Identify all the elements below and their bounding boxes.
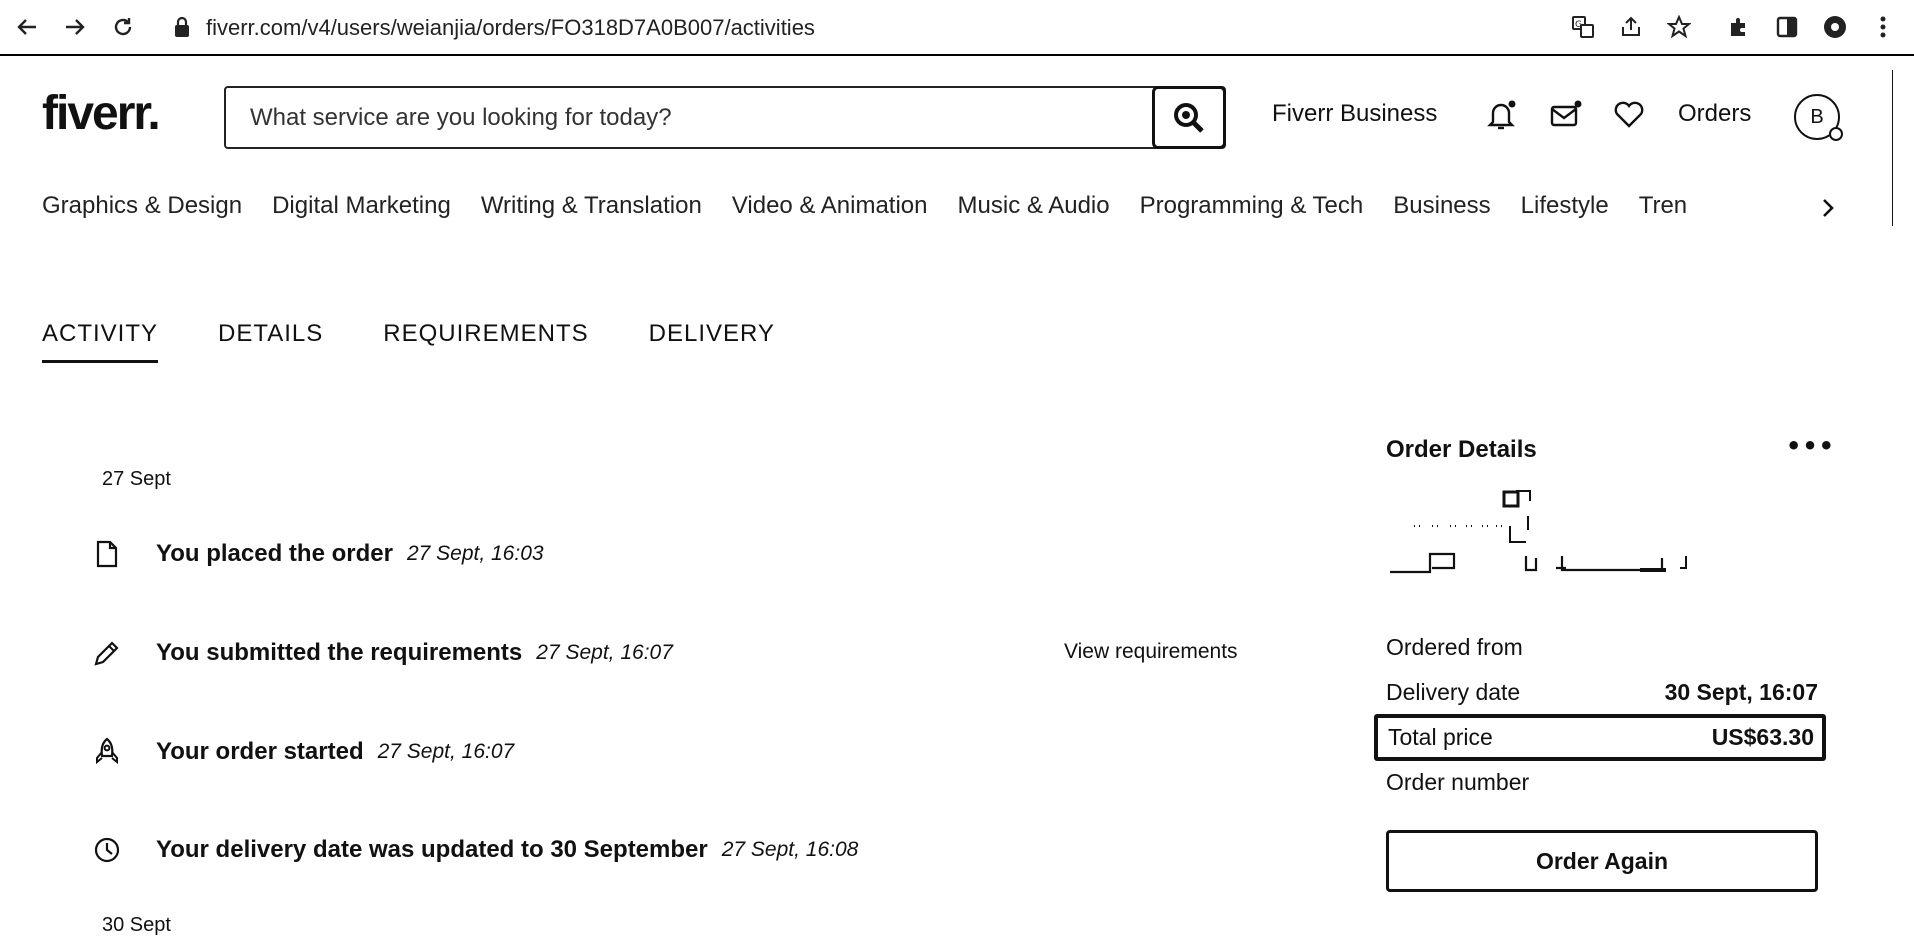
back-arrow-icon[interactable]	[12, 12, 42, 42]
category-video-animation[interactable]: Video & Animation	[732, 192, 928, 224]
clock-icon	[92, 835, 122, 865]
timeline-event: Your order started 27 Sept, 16:07	[92, 732, 514, 772]
event-text: Your delivery date was updated to 30 Sep…	[156, 836, 708, 863]
delivery-date-value: 30 Sept, 16:07	[1664, 679, 1818, 705]
profile-circle-icon[interactable]	[1820, 12, 1850, 42]
rocket-icon	[92, 737, 122, 767]
event-time: 27 Sept, 16:03	[406, 542, 544, 565]
online-status-indicator	[1829, 127, 1843, 141]
order-number-label: Order number	[1386, 769, 1530, 795]
tab-delivery[interactable]: DELIVERY	[649, 320, 775, 363]
tab-details[interactable]: DETAILS	[218, 320, 323, 363]
view-requirements-link[interactable]: View requirements	[1064, 640, 1238, 664]
category-lifestyle[interactable]: Lifestyle	[1521, 192, 1609, 224]
translate-icon[interactable]: G	[1568, 12, 1598, 42]
search-input[interactable]	[226, 88, 1152, 147]
tab-requirements[interactable]: REQUIREMENTS	[383, 320, 588, 363]
search-box	[224, 86, 1226, 149]
ordered-from-row: Ordered from	[1386, 634, 1818, 661]
category-writing-translation[interactable]: Writing & Translation	[481, 192, 702, 224]
timeline-event: Your delivery date was updated to 30 Sep…	[92, 830, 858, 870]
bookmark-star-icon[interactable]	[1664, 12, 1694, 42]
category-graphics-design[interactable]: Graphics & Design	[42, 192, 242, 224]
category-nav: Graphics & Design Digital Marketing Writ…	[42, 192, 1802, 224]
svg-text:G: G	[1575, 20, 1582, 30]
timeline-event: You placed the order 27 Sept, 16:03	[92, 534, 544, 574]
fiverr-logo[interactable]: fiverr.	[42, 86, 161, 141]
lock-icon[interactable]	[174, 16, 190, 42]
event-text: Your order started	[156, 738, 364, 765]
fiverr-business-link[interactable]: Fiverr Business	[1272, 100, 1437, 128]
pencil-icon	[92, 638, 122, 668]
tab-activity[interactable]: ACTIVITY	[42, 320, 159, 363]
more-options-icon[interactable]: •••	[1786, 432, 1835, 460]
ordered-from-label: Ordered from	[1386, 634, 1523, 660]
browser-toolbar: fiverr.com/v4/users/weianjia/orders/FO31…	[0, 0, 1914, 56]
side-panel-icon[interactable]	[1772, 12, 1802, 42]
forward-arrow-icon[interactable]	[60, 12, 90, 42]
document-icon	[92, 539, 122, 569]
category-business[interactable]: Business	[1393, 192, 1490, 224]
event-time: 27 Sept, 16:07	[536, 641, 673, 664]
reload-icon[interactable]	[108, 12, 138, 42]
timeline-date: 30 Sept	[102, 914, 171, 936]
total-price-value: US$63.30	[1711, 724, 1814, 750]
browser-menu-icon[interactable]	[1868, 12, 1898, 42]
order-details-title: Order Details	[1386, 436, 1537, 463]
timeline-event: You submitted the requirements 27 Sept, …	[92, 633, 673, 673]
order-tabs: ACTIVITY DETAILS REQUIREMENTS DELIVERY	[42, 320, 835, 363]
gig-thumbnail	[1386, 486, 1696, 586]
messages-envelope-icon[interactable]	[1548, 98, 1582, 132]
total-price-label: Total price	[1388, 724, 1493, 750]
event-text: You submitted the requirements	[156, 639, 523, 666]
order-number-row: Order number	[1386, 769, 1818, 796]
order-again-button[interactable]: Order Again	[1386, 830, 1818, 892]
extensions-puzzle-icon[interactable]	[1724, 12, 1754, 42]
total-price-row: Total price US$63.30	[1374, 714, 1826, 761]
event-text: You placed the order	[156, 540, 393, 567]
event-time: 27 Sept, 16:07	[377, 740, 515, 763]
category-trending[interactable]: Tren	[1639, 192, 1687, 224]
event-time: 27 Sept, 16:08	[721, 838, 859, 861]
search-icon	[1174, 102, 1204, 133]
delivery-date-label: Delivery date	[1386, 679, 1521, 705]
scrollbar[interactable]	[1892, 70, 1912, 226]
category-music-audio[interactable]: Music & Audio	[958, 192, 1110, 224]
search-button[interactable]	[1152, 86, 1226, 149]
delivery-date-row: Delivery date 30 Sept, 16:07	[1386, 679, 1818, 706]
category-digital-marketing[interactable]: Digital Marketing	[272, 192, 451, 224]
chevron-right-icon[interactable]	[1818, 194, 1838, 226]
avatar-initial: B	[1810, 105, 1824, 128]
address-bar-url[interactable]: fiverr.com/v4/users/weianjia/orders/FO31…	[206, 15, 815, 41]
notifications-bell-icon[interactable]	[1484, 98, 1518, 132]
orders-link[interactable]: Orders	[1678, 100, 1751, 128]
favorites-heart-icon[interactable]	[1612, 98, 1646, 132]
avatar[interactable]: B	[1794, 94, 1843, 141]
timeline-date: 27 Sept	[102, 468, 171, 490]
share-icon[interactable]	[1616, 12, 1646, 42]
category-programming-tech[interactable]: Programming & Tech	[1140, 192, 1364, 224]
